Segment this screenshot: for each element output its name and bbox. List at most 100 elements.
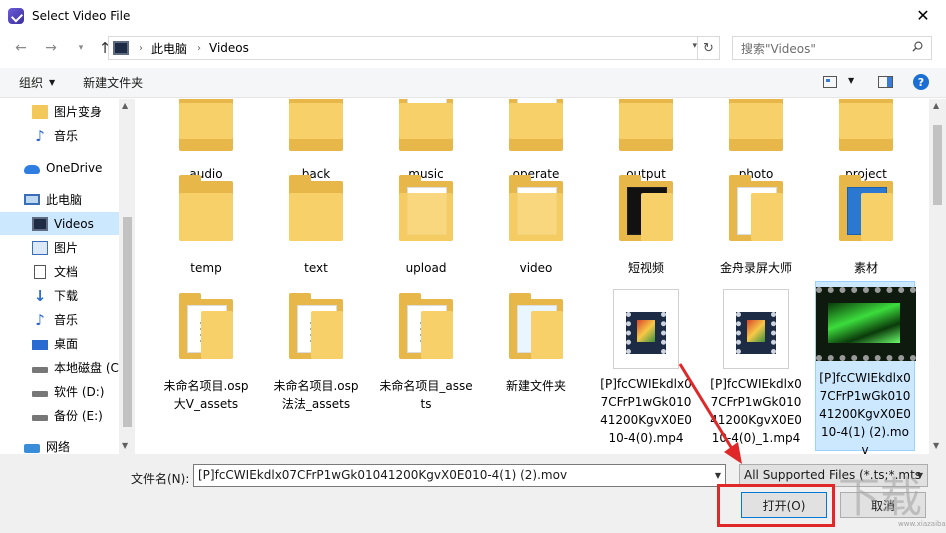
folder-item-project-assets-2[interactable]: 未命名项目.osp法法_assets <box>266 293 366 413</box>
sidebar-item-image-transform[interactable]: 图片变身 <box>0 100 119 123</box>
dialog-footer: 文件名(N): [P]fcCWIEkdlx07CFrP1wGk01041200K… <box>0 454 946 533</box>
sidebar-item-drive-e[interactable]: 备份 (E:) <box>0 404 119 427</box>
app-logo-icon <box>8 7 24 24</box>
filename-dropdown-icon[interactable]: ▼ <box>715 465 721 486</box>
music-icon: ♪ <box>35 126 45 145</box>
preview-pane-icon[interactable] <box>878 76 893 88</box>
file-name: text <box>304 261 328 275</box>
folder-item-project[interactable]: project <box>816 99 916 183</box>
filename-input[interactable]: [P]fcCWIEkdlx07CFrP1wGk01041200KgvX0E010… <box>193 464 726 487</box>
file-name: 未命名项目_assets <box>379 379 473 411</box>
sidebar-item-label: Videos <box>54 216 94 231</box>
view-options-chevron-icon[interactable]: ▼ <box>848 76 854 85</box>
sidebar-item-drive-c[interactable]: 本地磁盘 (C <box>0 356 119 379</box>
folder-icon <box>289 293 343 359</box>
folder-icon <box>729 175 783 241</box>
folder-item-operate[interactable]: operate <box>486 99 586 183</box>
navigation-pane: 图片变身 ♪ 音乐 OneDrive 此电脑 Videos 图片 文档 ↓ 下载… <box>0 99 135 454</box>
folder-item-new-folder[interactable]: 新建文件夹 <box>486 293 586 395</box>
change-view-icon[interactable] <box>823 76 837 88</box>
filetype-value: All Supported Files (*.ts;*.mts <box>744 468 922 482</box>
sidebar-item-desktop[interactable]: 桌面 <box>0 332 119 355</box>
folder-item-materials[interactable]: 素材 <box>816 175 916 277</box>
cancel-button[interactable]: 取消 <box>840 492 926 518</box>
breadcrumb-videos[interactable]: Videos <box>209 41 249 55</box>
sidebar-item-this-pc[interactable]: 此电脑 <box>0 188 119 211</box>
video-thumbnail-icon <box>816 287 916 361</box>
sidebar-item-drive-d[interactable]: 软件 (D:) <box>0 380 119 403</box>
organize-menu-button[interactable]: 组织 <box>19 74 43 91</box>
folder-item-jinzhou-recorder[interactable]: 金舟录屏大师 <box>706 175 806 277</box>
video-file-item-mp4-0[interactable]: [P]fcCWIEkdlx07CFrP1wGk01041200KgvX0E010… <box>596 289 696 447</box>
refresh-icon[interactable]: ↻ <box>697 37 719 59</box>
folder-item-text[interactable]: text <box>266 175 366 277</box>
folder-icon <box>729 99 783 165</box>
folder-icon <box>839 99 893 165</box>
folder-item-short-video[interactable]: 短视频 <box>596 175 696 277</box>
file-name: 素材 <box>853 261 878 275</box>
sidebar-item-label: 本地磁盘 (C <box>54 361 119 375</box>
documents-icon <box>34 264 46 279</box>
sidebar-scrollbar[interactable]: ▲ ▼ <box>119 99 135 454</box>
recent-locations-chevron-icon[interactable]: ▾ <box>70 37 92 59</box>
folder-item-photo[interactable]: photo <box>706 99 806 183</box>
video-file-item-mp4-1[interactable]: [P]fcCWIEkdlx07CFrP1wGk01041200KgvX0E010… <box>706 289 806 447</box>
folder-item-audio[interactable]: audio <box>156 99 256 183</box>
folder-icon <box>509 175 563 241</box>
chevron-down-icon[interactable]: ▼ <box>917 465 923 486</box>
download-icon: ↓ <box>33 286 47 305</box>
folder-item-project-assets-3[interactable]: 未命名项目_assets <box>376 293 476 413</box>
video-file-item-mov-selected[interactable]: [P]fcCWIEkdlx07CFrP1wGk01041200KgvX0E010… <box>815 281 916 454</box>
folder-item-temp[interactable]: temp <box>156 175 256 277</box>
back-arrow-icon[interactable]: ← <box>10 37 32 59</box>
folder-icon <box>619 175 673 241</box>
chevron-down-icon[interactable]: ▼ <box>49 78 55 87</box>
scroll-down-icon[interactable]: ▼ <box>933 441 939 450</box>
search-input[interactable]: 搜索"Videos" <box>732 36 932 60</box>
search-icon[interactable] <box>912 41 923 52</box>
forward-arrow-icon[interactable]: → <box>40 37 62 59</box>
breadcrumb-separator-icon[interactable]: › <box>197 43 201 54</box>
sidebar-scrollbar-thumb[interactable] <box>123 217 132 427</box>
sidebar-item-downloads[interactable]: ↓ 下载 <box>0 284 119 307</box>
search-placeholder: 搜索"Videos" <box>741 41 816 56</box>
folder-item-music[interactable]: music <box>376 99 476 183</box>
sidebar-item-music[interactable]: ♪ 音乐 <box>0 308 119 331</box>
file-list-scrollbar-thumb[interactable] <box>933 125 942 205</box>
sidebar-item-pictures[interactable]: 图片 <box>0 236 119 259</box>
sidebar-item-label: 网络 <box>46 440 71 454</box>
breadcrumb-this-pc[interactable]: 此电脑 <box>151 40 187 57</box>
folder-icon <box>399 99 453 165</box>
folder-item-project-assets-1[interactable]: 未命名项目.osp大V_assets <box>156 293 256 413</box>
folder-item-video[interactable]: video <box>486 175 586 277</box>
folder-icon <box>32 104 48 119</box>
file-name: [P]fcCWIEkdlx07CFrP1wGk01041200KgvX0E010… <box>819 371 911 454</box>
sidebar-item-documents[interactable]: 文档 <box>0 260 119 283</box>
file-list-scrollbar[interactable]: ▲ ▼ <box>929 99 946 454</box>
filename-label: 文件名(N): <box>131 472 190 486</box>
sidebar-item-music-quick[interactable]: ♪ 音乐 <box>0 124 119 147</box>
sidebar-item-onedrive[interactable]: OneDrive <box>0 156 119 179</box>
scroll-down-icon[interactable]: ▼ <box>122 441 128 450</box>
folder-item-upload[interactable]: upload <box>376 175 476 277</box>
sidebar-item-videos[interactable]: Videos <box>0 212 119 235</box>
folder-icon <box>509 293 563 359</box>
breadcrumb-separator-icon[interactable]: › <box>139 43 143 54</box>
scroll-up-icon[interactable]: ▲ <box>122 101 128 110</box>
sidebar-item-label: 音乐 <box>54 313 79 327</box>
window-title: Select Video File <box>32 8 131 23</box>
close-button[interactable]: ✕ <box>900 0 946 31</box>
open-button[interactable]: 打开(O) <box>741 492 827 518</box>
address-bar[interactable]: › 此电脑 › Videos ▾ ↻ <box>108 36 720 60</box>
sidebar-item-label: 图片变身 <box>54 105 103 119</box>
file-name: 未命名项目.osp大V_assets <box>163 379 249 411</box>
folder-item-back[interactable]: back <box>266 99 366 183</box>
sidebar-item-network[interactable]: 网络 <box>0 435 119 454</box>
video-folder-icon <box>32 216 48 231</box>
help-icon[interactable]: ? <box>913 74 929 90</box>
file-name: 短视频 <box>627 261 664 275</box>
folder-item-output[interactable]: output <box>596 99 696 183</box>
new-folder-button[interactable]: 新建文件夹 <box>83 74 143 91</box>
scroll-up-icon[interactable]: ▲ <box>933 101 939 110</box>
filetype-select[interactable]: All Supported Files (*.ts;*.mts ▼ <box>739 464 928 487</box>
